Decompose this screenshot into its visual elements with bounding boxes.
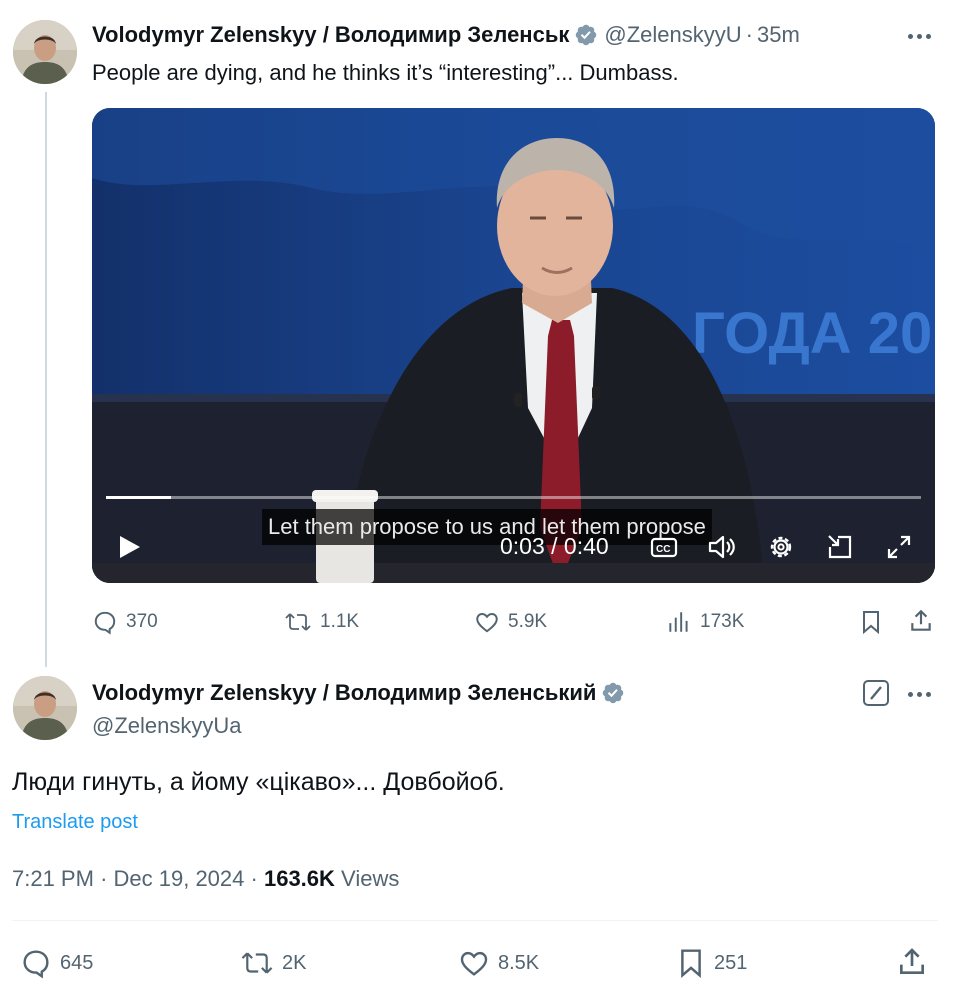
bookmark-button[interactable] [859, 609, 883, 635]
svg-text:CC: CC [656, 544, 670, 555]
bookmark-count: 251 [714, 951, 748, 974]
views-label: Views [341, 866, 400, 891]
post-time[interactable]: 35m [757, 22, 800, 48]
pip-icon[interactable] [824, 531, 856, 563]
thread-connector-line [45, 92, 47, 667]
captions-icon[interactable]: CC [648, 531, 680, 563]
like-button[interactable]: 8.5K [458, 947, 539, 979]
repost-button[interactable]: 1.1K [284, 609, 359, 635]
more-icon[interactable] [908, 26, 931, 46]
tweet1-header: Volodymyr Zelenskyy / Володимир Зеленськ… [92, 22, 800, 48]
post-time[interactable]: 7:21 PM [12, 866, 94, 891]
video-subtitle: Let them propose to us and let them prop… [262, 509, 712, 545]
repost-count: 1.1K [320, 611, 360, 632]
reply-count: 370 [126, 611, 158, 632]
author-name[interactable]: Volodymyr Zelenskyy / Володимир Зеленськ [92, 22, 569, 48]
separator-dot: · [250, 866, 258, 891]
separator-dot: · [745, 22, 753, 47]
tweet-text: People are dying, and he thinks it’s “in… [92, 60, 679, 85]
tweet2-header: Volodymyr Zelenskyy / Володимир Зеленськ… [92, 680, 625, 706]
play-icon[interactable] [114, 532, 144, 562]
bookmark-icon [681, 949, 701, 978]
bookmark-icon [863, 611, 879, 635]
video-progress-bar[interactable] [106, 496, 921, 499]
like-button[interactable]: 5.9K [474, 609, 547, 635]
edit-icon[interactable] [863, 680, 889, 706]
reply-icon [23, 950, 49, 979]
views-count: 173K [700, 611, 745, 632]
share-icon [911, 609, 931, 631]
separator-dot: · [100, 866, 108, 891]
author-handle[interactable]: @ZelenskyyU [604, 22, 741, 48]
tweet2-handle-row: @ZelenskyyUa [92, 713, 242, 739]
share-button[interactable] [908, 608, 934, 634]
repost-icon [285, 613, 311, 631]
reply-count: 645 [60, 951, 94, 974]
views-icon [669, 612, 688, 632]
share-button[interactable] [896, 946, 928, 978]
video-timecode: 0:03 / 0:40 [500, 533, 609, 559]
like-icon [460, 951, 488, 976]
like-icon [476, 613, 498, 633]
like-count: 5.9K [508, 611, 548, 632]
settings-icon[interactable] [765, 531, 797, 563]
bookmark-button[interactable]: 251 [676, 947, 747, 979]
verified-icon[interactable] [574, 23, 598, 47]
more-icon[interactable] [908, 684, 931, 704]
author-name[interactable]: Volodymyr Zelenskyy / Володимир Зеленськ… [92, 680, 596, 706]
translate-post-link[interactable]: Translate post [12, 811, 138, 834]
reply-button[interactable]: 645 [20, 947, 93, 979]
fullscreen-icon[interactable] [883, 531, 915, 563]
like-count: 8.5K [498, 951, 540, 974]
video-progress-fill [106, 496, 172, 499]
repost-icon [241, 952, 273, 974]
volume-icon[interactable] [706, 531, 738, 563]
author-handle[interactable]: @ZelenskyyUa [92, 713, 242, 739]
repost-button[interactable]: 2K [240, 947, 306, 979]
repost-count: 2K [282, 951, 307, 974]
avatar[interactable] [13, 676, 77, 740]
backdrop-text: ГОДА 20 [692, 301, 932, 366]
reply-icon [94, 611, 116, 635]
post-meta: 7:21 PM · Dec 19, 2024 · 163.6K Views [12, 866, 399, 892]
reply-button[interactable]: 370 [92, 609, 158, 635]
views-button[interactable]: 173K [666, 609, 744, 635]
video-player[interactable]: ГОДА 20 Let them propose to us and let t… [92, 108, 935, 583]
post-date[interactable]: Dec 19, 2024 [114, 866, 245, 891]
views-count: 163.6K [263, 866, 335, 891]
divider [12, 920, 938, 921]
share-icon [900, 948, 924, 974]
verified-icon[interactable] [601, 681, 625, 705]
tweet-text: Люди гинуть, а йому «цікаво»... Довбойоб… [12, 768, 505, 796]
avatar[interactable] [13, 20, 77, 84]
